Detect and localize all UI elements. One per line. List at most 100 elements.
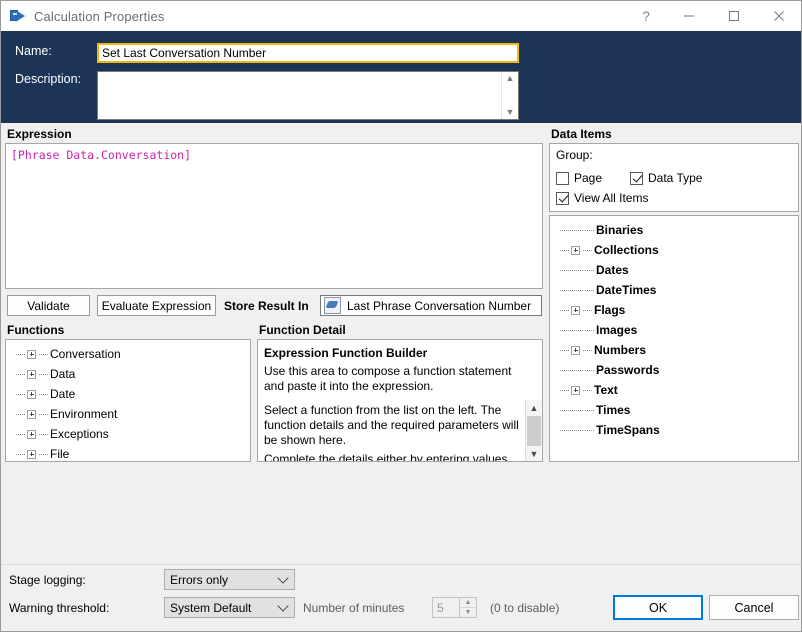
tree-connector: [560, 309, 569, 311]
calculation-properties-dialog: Calculation Properties ? Name: Descripti…: [0, 0, 802, 632]
function-detail-text: Select a function from the list on the l…: [258, 400, 525, 461]
scrollbar-thumb[interactable]: [527, 416, 541, 446]
data-item-row[interactable]: Times: [550, 400, 798, 420]
data-item-label: Images: [596, 323, 638, 337]
data-item-row[interactable]: Collections: [550, 240, 798, 260]
stage-logging-value: Errors only: [170, 572, 229, 587]
expand-plus-icon[interactable]: [571, 385, 580, 395]
warning-threshold-select[interactable]: System Default: [164, 597, 295, 618]
cancel-button[interactable]: Cancel: [709, 595, 799, 620]
expand-plus-icon[interactable]: [27, 409, 36, 419]
data-item-row[interactable]: Binaries: [550, 220, 798, 240]
tree-connector: [39, 433, 48, 435]
function-item-label: File: [50, 447, 70, 461]
tree-connector: [560, 369, 583, 371]
function-item-row[interactable]: File: [6, 444, 250, 461]
tree-connector: [560, 409, 583, 411]
validate-button[interactable]: Validate: [7, 295, 90, 316]
name-label: Name:: [15, 44, 52, 58]
window-title: Calculation Properties: [34, 8, 165, 24]
function-detail-title: Expression Function Builder: [264, 346, 428, 360]
tree-connector: [583, 309, 592, 311]
expand-plus-icon[interactable]: [571, 305, 580, 315]
checkbox-data-type[interactable]: Data Type: [630, 168, 702, 188]
data-items-tree[interactable]: Binaries Collections Dates DateTimes Flags Im…: [549, 215, 799, 462]
data-item-row[interactable]: Passwords: [550, 360, 798, 380]
function-item-label: Conversation: [50, 347, 121, 361]
function-item-row[interactable]: Exceptions: [6, 424, 250, 444]
description-field[interactable]: ▲ ▼: [97, 71, 519, 120]
functions-group-label: Functions: [7, 323, 65, 337]
expression-editor[interactable]: [Phrase Data.Conversation]: [5, 143, 543, 289]
description-scrollbar[interactable]: ▲ ▼: [501, 72, 518, 119]
tree-connector: [16, 353, 25, 355]
dialog-footer: Stage logging: Errors only Warning thres…: [1, 564, 801, 631]
expand-plus-icon[interactable]: [27, 349, 36, 359]
chevron-down-icon: [277, 572, 289, 584]
description-input[interactable]: [98, 72, 501, 119]
evaluate-expression-button[interactable]: Evaluate Expression: [97, 295, 216, 316]
ok-button[interactable]: OK: [613, 595, 703, 620]
data-item-row[interactable]: Numbers: [550, 340, 798, 360]
stepper-down-icon[interactable]: ▼: [460, 608, 476, 617]
function-item-row[interactable]: Data: [6, 364, 250, 384]
minutes-value[interactable]: 5: [433, 601, 459, 615]
tree-connector: [585, 269, 594, 271]
checkbox-view-all-items-box[interactable]: [556, 191, 569, 205]
calculation-icon: [10, 8, 26, 24]
minutes-stepper[interactable]: 5 ▲ ▼: [432, 597, 477, 618]
data-item-row[interactable]: TimeSpans: [550, 420, 798, 440]
tree-connector: [560, 349, 569, 351]
stepper-up-icon[interactable]: ▲: [460, 598, 476, 608]
minimize-icon[interactable]: [666, 1, 711, 31]
function-item-label: Data: [50, 367, 76, 381]
expand-plus-icon[interactable]: [27, 389, 36, 399]
expand-plus-icon[interactable]: [27, 449, 36, 459]
function-item-row[interactable]: Conversation: [6, 344, 250, 364]
expand-plus-icon[interactable]: [27, 369, 36, 379]
data-item-row[interactable]: Flags: [550, 300, 798, 320]
disable-hint-label: (0 to disable): [490, 601, 560, 615]
number-data-item-icon: [324, 297, 341, 314]
tree-connector: [16, 373, 25, 375]
scroll-up-icon[interactable]: ▲: [506, 74, 515, 83]
number-of-minutes-label: Number of minutes: [303, 601, 405, 615]
functions-tree[interactable]: Conversation Data Date Environment Exception…: [5, 339, 251, 462]
function-detail-scrollbar[interactable]: ▲ ▼: [525, 400, 542, 461]
data-items-group-options: Group: Page Data Type View All Items: [549, 143, 799, 212]
stepper-buttons[interactable]: ▲ ▼: [459, 598, 476, 617]
function-detail-group-label: Function Detail: [259, 323, 346, 337]
data-item-label: Flags: [594, 303, 626, 317]
expand-plus-icon[interactable]: [571, 245, 580, 255]
help-icon[interactable]: ?: [626, 1, 666, 31]
function-item-row[interactable]: Date: [6, 384, 250, 404]
tree-connector: [560, 269, 583, 271]
name-input[interactable]: [97, 43, 519, 63]
group-caption: Group:: [556, 148, 593, 162]
scroll-down-icon[interactable]: ▼: [506, 108, 515, 117]
checkbox-view-all-items[interactable]: View All Items: [556, 188, 798, 208]
function-item-row[interactable]: Environment: [6, 404, 250, 424]
tree-connector: [16, 433, 25, 435]
checkbox-page[interactable]: Page: [556, 168, 630, 188]
dialog-body: Expression [Phrase Data.Conversation] Va…: [1, 123, 801, 564]
checkbox-data-type-box[interactable]: [630, 171, 643, 185]
data-item-label: Passwords: [596, 363, 660, 377]
maximize-icon[interactable]: [711, 1, 756, 31]
tree-connector: [583, 349, 592, 351]
close-icon[interactable]: [756, 1, 801, 31]
expand-plus-icon[interactable]: [571, 345, 580, 355]
checkbox-page-box[interactable]: [556, 171, 569, 185]
data-item-label: TimeSpans: [596, 423, 660, 437]
tree-connector: [585, 369, 594, 371]
store-result-in-field[interactable]: Last Phrase Conversation Number: [320, 295, 542, 316]
scroll-down-icon[interactable]: ▼: [526, 446, 542, 461]
function-item-label: Date: [50, 387, 76, 401]
expand-plus-icon[interactable]: [27, 429, 36, 439]
data-item-row[interactable]: Text: [550, 380, 798, 400]
scroll-up-icon[interactable]: ▲: [526, 400, 542, 415]
data-item-row[interactable]: Images: [550, 320, 798, 340]
stage-logging-select[interactable]: Errors only: [164, 569, 295, 590]
data-item-row[interactable]: Dates: [550, 260, 798, 280]
data-item-row[interactable]: DateTimes: [550, 280, 798, 300]
